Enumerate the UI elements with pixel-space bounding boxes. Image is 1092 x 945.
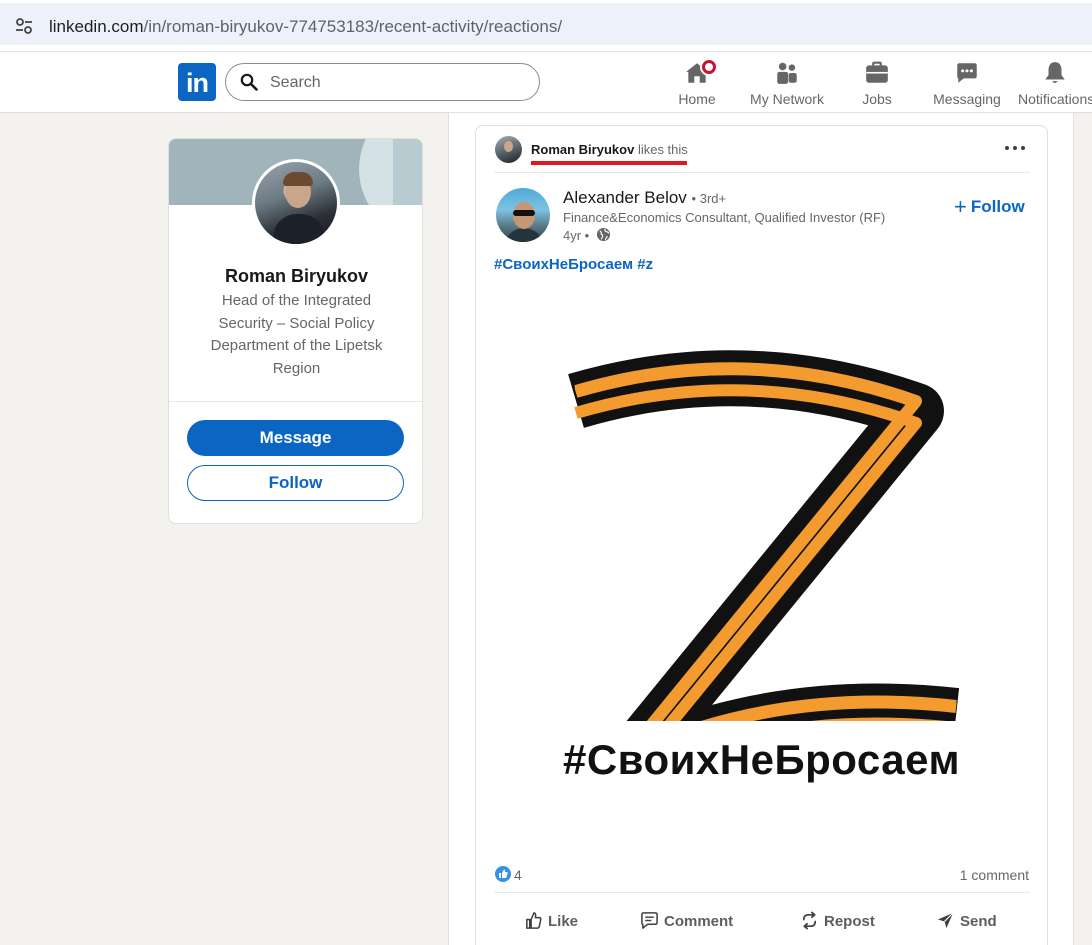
post-age: 4yr • bbox=[563, 228, 590, 243]
linkedin-header: in Home My Network Jobs Messaging bbox=[0, 52, 1092, 113]
like-label: Like bbox=[548, 913, 579, 930]
like-button[interactable]: Like bbox=[524, 911, 578, 930]
globe-icon bbox=[596, 227, 611, 242]
follow-author-button[interactable]: + Follow bbox=[954, 194, 1025, 220]
author-headline: Finance&Economics Consultant, Qualified … bbox=[563, 210, 886, 225]
repost-label: Repost bbox=[824, 913, 875, 930]
follow-profile-button[interactable]: Follow bbox=[187, 465, 404, 501]
nav-my-network-label: My Network bbox=[750, 91, 824, 107]
connection-degree: • 3rd+ bbox=[691, 191, 727, 206]
highlight-underline bbox=[531, 161, 687, 165]
comment-button[interactable]: Comment bbox=[640, 911, 733, 930]
notification-badge bbox=[700, 58, 718, 76]
nav-notifications-label: Notifications bbox=[1018, 91, 1092, 107]
reaction-count[interactable]: 4 bbox=[514, 867, 522, 883]
follow-author-label: Follow bbox=[970, 197, 1025, 216]
comment-icon bbox=[641, 912, 658, 929]
nav-home-label: Home bbox=[678, 91, 716, 107]
post-context: Roman Biryukov likes this bbox=[531, 142, 688, 157]
author-name[interactable]: Alexander Belov bbox=[563, 188, 687, 207]
author-name-line: Alexander Belov • 3rd+ bbox=[563, 188, 726, 208]
bell-icon bbox=[1045, 62, 1065, 84]
like-reaction-icon[interactable] bbox=[495, 866, 511, 882]
site-settings-icon[interactable] bbox=[14, 16, 34, 36]
send-label: Send bbox=[960, 913, 997, 930]
comment-label: Comment bbox=[664, 913, 734, 930]
url-path: /in/roman-biryukov-774753183/recent-acti… bbox=[143, 17, 563, 36]
more-options-icon[interactable] bbox=[1004, 144, 1026, 152]
search-box[interactable] bbox=[225, 63, 540, 101]
repost-icon bbox=[802, 911, 817, 930]
profile-name[interactable]: Roman Biryukov bbox=[169, 266, 422, 287]
browser-address-bar: linkedin.com/in/roman-biryukov-774753183… bbox=[0, 0, 1092, 52]
nav-home[interactable]: Home bbox=[672, 58, 722, 110]
post-hashtags[interactable]: #СвоихНеБросаем #z bbox=[494, 256, 653, 273]
plus-icon: + bbox=[954, 194, 967, 219]
url-text[interactable]: linkedin.com/in/roman-biryukov-774753183… bbox=[49, 17, 562, 37]
search-input[interactable] bbox=[270, 72, 520, 94]
profile-avatar[interactable] bbox=[252, 159, 340, 247]
thumbs-up-icon bbox=[526, 912, 542, 929]
nav-jobs-label: Jobs bbox=[862, 91, 892, 107]
send-button[interactable]: Send bbox=[936, 911, 997, 930]
search-icon bbox=[240, 73, 258, 91]
context-avatar[interactable] bbox=[495, 136, 522, 163]
message-button[interactable]: Message bbox=[187, 420, 404, 456]
nav-my-network[interactable]: My Network bbox=[746, 60, 828, 110]
z-ribbon-graphic bbox=[568, 350, 960, 721]
divider bbox=[494, 172, 1030, 173]
comments-count[interactable]: 1 comment bbox=[960, 867, 1029, 883]
profile-card: Roman Biryukov Head of the Integrated Se… bbox=[168, 138, 423, 524]
context-action: likes this bbox=[637, 142, 688, 157]
nav-jobs[interactable]: Jobs bbox=[856, 60, 898, 110]
image-caption: #СвоихНеБросаем bbox=[562, 736, 961, 783]
nav-messaging-label: Messaging bbox=[933, 91, 1001, 107]
repost-button[interactable]: Repost bbox=[800, 911, 875, 930]
feed-post: Roman Biryukov likes this Alexander Belo… bbox=[475, 125, 1048, 945]
people-icon bbox=[777, 62, 797, 84]
context-actor-name[interactable]: Roman Biryukov bbox=[531, 142, 634, 157]
divider bbox=[494, 892, 1030, 893]
nav-notifications[interactable]: Notifications bbox=[1018, 60, 1092, 110]
post-image[interactable]: #СвоихНеБросаем bbox=[476, 281, 1047, 861]
linkedin-logo[interactable]: in bbox=[178, 63, 216, 101]
briefcase-icon bbox=[866, 61, 888, 83]
profile-headline: Head of the Integrated Security – Social… bbox=[210, 292, 383, 377]
author-avatar[interactable] bbox=[496, 188, 550, 242]
divider bbox=[169, 401, 422, 402]
nav-messaging[interactable]: Messaging bbox=[932, 60, 1002, 110]
url-bar[interactable]: linkedin.com/in/roman-biryukov-774753183… bbox=[0, 3, 1092, 45]
send-icon bbox=[937, 912, 954, 929]
url-host: linkedin.com bbox=[49, 17, 144, 36]
chat-icon bbox=[957, 63, 977, 83]
